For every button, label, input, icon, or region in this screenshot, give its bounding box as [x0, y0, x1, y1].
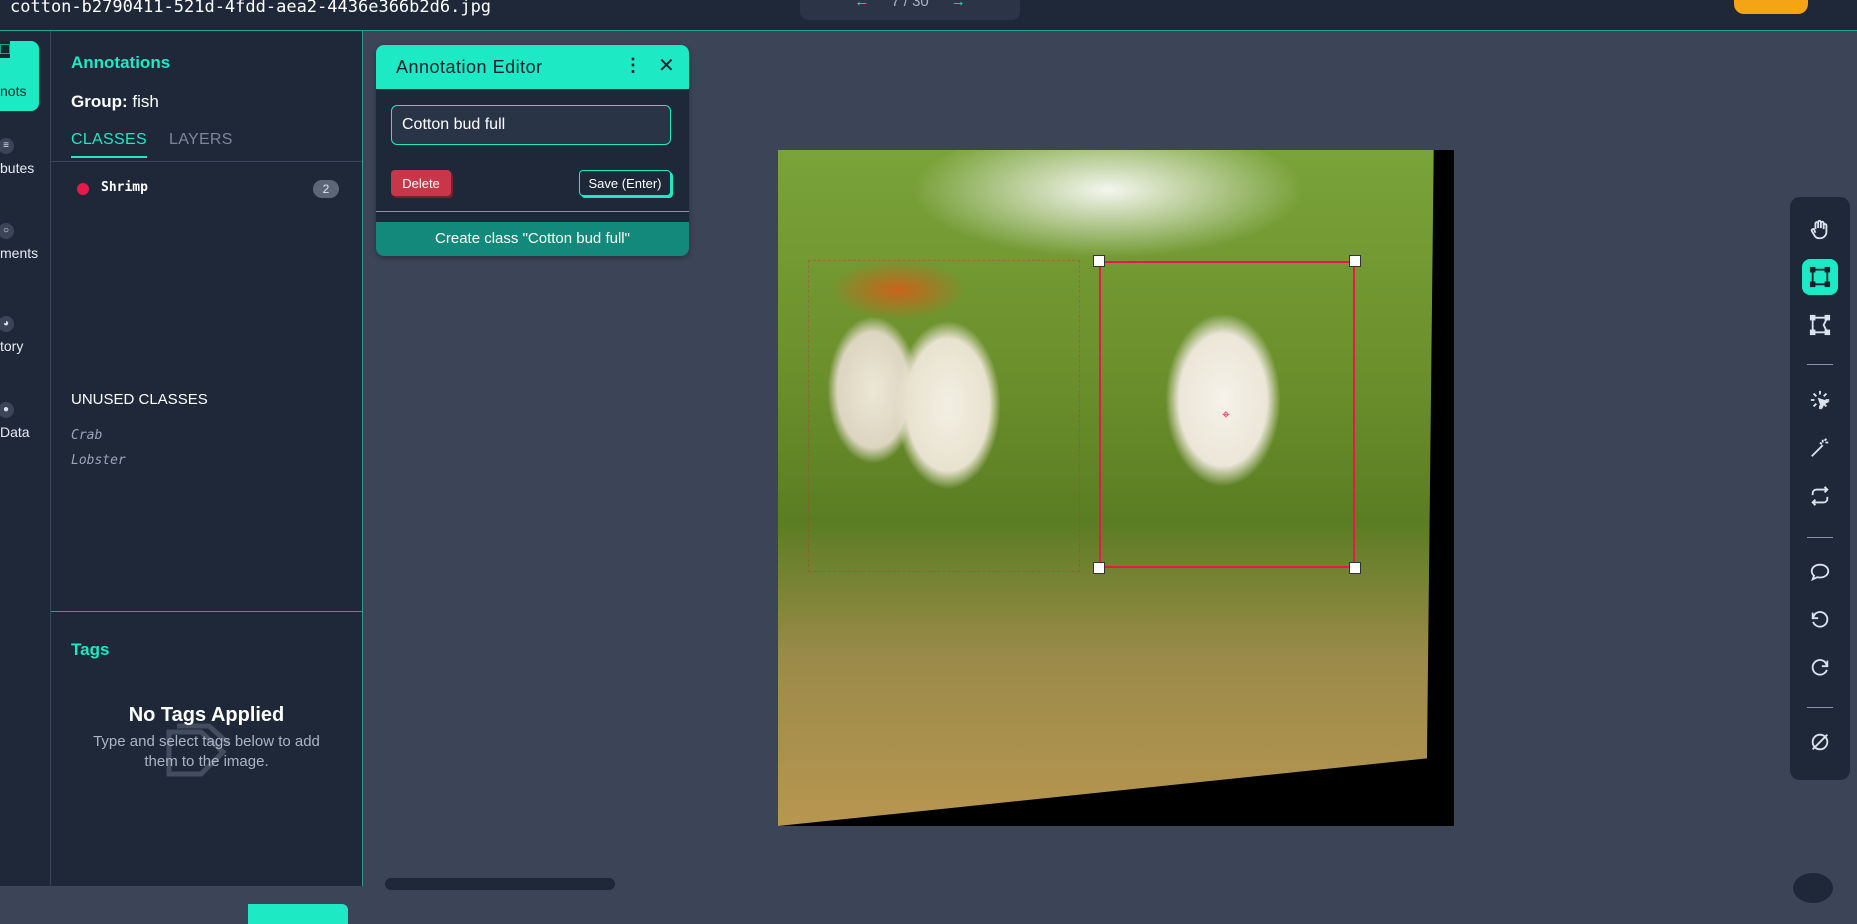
list-icon: ≡ — [0, 138, 14, 154]
bottom-panel-handle[interactable] — [385, 878, 615, 890]
rail-item-history[interactable]: ◕ tory — [0, 316, 50, 354]
pager-text: 7 / 30 — [891, 0, 929, 10]
bounding-box-tool[interactable] — [1802, 259, 1838, 295]
annotations-title: Annotations — [71, 53, 171, 72]
resize-handle-bottom-left[interactable] — [1093, 562, 1105, 574]
image-filename: cotton-b2790411-521d-4fdd-aea2-4436e366b… — [10, 0, 492, 17]
undo-tool[interactable] — [1802, 602, 1838, 638]
comment-icon: ○ — [0, 223, 14, 239]
tags-section: Tags No Tags Applied Type and select tag… — [51, 611, 362, 924]
magic-wand-icon — [1811, 438, 1829, 457]
delete-button[interactable]: Delete — [391, 170, 451, 196]
resize-handle-top-right[interactable] — [1349, 255, 1361, 267]
unused-class-lobster[interactable]: Lobster — [71, 453, 126, 468]
rail-item-label: ments — [0, 245, 39, 261]
comment-icon — [1810, 563, 1830, 582]
rail-item-comments[interactable]: ○ ments — [0, 223, 50, 261]
data-icon: ● — [0, 402, 14, 418]
null-icon — [1811, 733, 1829, 751]
polygon-icon — [1809, 314, 1831, 336]
annotation-editor: Annotation Editor ⋮ ✕ Delete Save (Enter… — [376, 45, 689, 256]
unused-classes-title: UNUSED CLASSES — [71, 391, 208, 408]
group-key: Group: — [71, 92, 128, 111]
class-color-dot — [77, 183, 89, 195]
unused-class-crab[interactable]: Crab — [71, 428, 102, 443]
rail-item-label: Data — [0, 424, 30, 440]
history-icon: ◕ — [0, 316, 14, 332]
redo-icon — [1811, 659, 1829, 676]
class-item-shrimp[interactable]: Shrimp 2 — [71, 178, 339, 200]
repeat-icon — [1811, 486, 1829, 506]
comment-tool[interactable] — [1802, 554, 1838, 590]
create-class-button[interactable]: Create class "Cotton bud full" — [376, 222, 689, 256]
annotation-editor-header: Annotation Editor ⋮ ✕ — [376, 45, 689, 89]
smart-select-tool[interactable] — [1802, 382, 1838, 418]
toolbar-separator — [1807, 364, 1833, 365]
annotation-box-unselected[interactable] — [808, 260, 1080, 572]
rail-item-label: nots — [0, 83, 27, 99]
annotation-editor-title: Annotation Editor — [396, 57, 543, 77]
undo-icon — [1811, 611, 1829, 628]
tab-layers[interactable]: LAYERS — [169, 131, 233, 149]
annotated-image[interactable]: ⌖ — [778, 150, 1454, 826]
no-tags-subtitle: Type and select tags below to add them t… — [93, 733, 320, 770]
save-button[interactable]: Save (Enter) — [579, 170, 671, 196]
tab-classes[interactable]: CLASSES — [71, 131, 147, 158]
annotations-icon: □ — [0, 41, 10, 58]
close-icon[interactable]: ✕ — [658, 53, 675, 78]
rail-item-label: tory — [0, 338, 24, 354]
tool-palette — [1790, 197, 1850, 780]
class-name: Shrimp — [101, 180, 148, 195]
rail-item-annotations[interactable]: □ nots — [0, 41, 39, 111]
resize-handle-top-left[interactable] — [1093, 255, 1105, 267]
rail-item-raw-data[interactable]: ● Data — [0, 402, 50, 440]
annotations-sidebar: Annotations Group: fish CLASSES LAYERS S… — [51, 31, 363, 924]
next-image-icon[interactable]: → — [951, 0, 966, 10]
rail-item-label: butes — [0, 160, 35, 176]
crosshair-icon: ⌖ — [1222, 406, 1230, 422]
resize-handle-bottom-right[interactable] — [1349, 562, 1361, 574]
polygon-tool[interactable] — [1802, 307, 1838, 343]
left-rail: □ nots ≡ butes ○ ments ◕ tory ● Data — [0, 31, 50, 886]
repeat-tool[interactable] — [1802, 478, 1838, 514]
smart-select-icon — [1810, 390, 1830, 410]
editor-divider — [376, 211, 689, 212]
class-count-badge: 2 — [313, 180, 339, 198]
tags-title: Tags — [71, 640, 110, 659]
top-action-button[interactable] — [1734, 0, 1808, 14]
tag-input[interactable] — [66, 904, 249, 924]
top-bar: cotton-b2790411-521d-4fdd-aea2-4436e366b… — [0, 0, 1857, 31]
no-tags-title: No Tags Applied — [128, 704, 285, 726]
prev-image-icon[interactable]: ← — [854, 0, 869, 10]
sidebar-tabs: CLASSES LAYERS — [51, 131, 362, 162]
toolbar-separator — [1807, 537, 1833, 538]
image-pager[interactable]: ← 7 / 30 → — [800, 0, 1020, 20]
rail-item-attributes[interactable]: ≡ butes — [0, 138, 50, 176]
null-tool[interactable] — [1802, 724, 1838, 760]
hand-icon — [1810, 219, 1828, 240]
add-tag-button[interactable] — [248, 904, 348, 924]
class-name-input[interactable] — [391, 105, 671, 145]
redo-tool[interactable] — [1802, 650, 1838, 686]
group-label: Group: fish — [71, 92, 159, 112]
bottom-right-button[interactable] — [1793, 873, 1833, 903]
toolbar-separator — [1807, 707, 1833, 708]
hand-tool[interactable] — [1802, 212, 1838, 248]
group-value: fish — [132, 92, 159, 111]
more-options-icon[interactable]: ⋮ — [624, 55, 642, 76]
magic-wand-tool[interactable] — [1802, 430, 1838, 466]
bounding-box-icon — [1809, 266, 1831, 288]
